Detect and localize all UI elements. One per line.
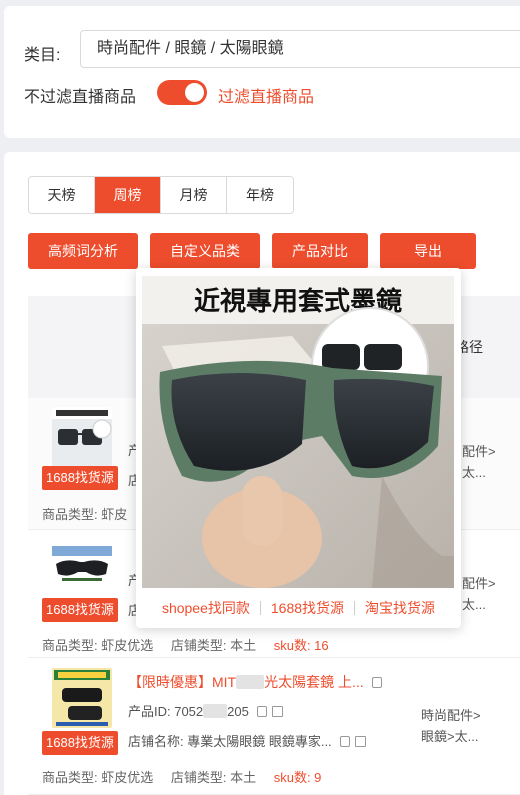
shop-type: 店铺类型: 本土: [170, 770, 257, 785]
copy-icon[interactable]: [339, 736, 350, 747]
product-thumbnail[interactable]: [52, 540, 112, 590]
external-link-icon[interactable]: [271, 706, 283, 717]
tab-monthly[interactable]: 月榜: [161, 177, 227, 213]
divider: [354, 601, 356, 615]
path-line-1: 配件>: [462, 576, 496, 591]
product-preview-popup: 近視專用套式墨鏡 shopee找同款 1688找货源 淘宝找货源: [136, 268, 461, 628]
shop-name: 店铺名称: 專業太陽眼鏡 眼鏡專家...: [128, 734, 332, 749]
live-filter-toggle-text: 过滤直播商品: [218, 89, 315, 106]
external-link-icon[interactable]: [354, 736, 366, 747]
path-line-2: 太...: [462, 597, 486, 612]
product-thumbnail[interactable]: [52, 668, 112, 728]
blurred-text: [203, 704, 228, 718]
category-path: 配件> 太...: [462, 441, 496, 483]
export-button[interactable]: 导出: [380, 233, 476, 269]
tab-yearly[interactable]: 年榜: [227, 177, 293, 213]
popup-links: shopee找同款 1688找货源 淘宝找货源: [136, 598, 461, 618]
tab-daily[interactable]: 天榜: [29, 177, 95, 213]
find-source-1688-link[interactable]: 1688找货源: [271, 600, 344, 616]
keyword-analysis-button[interactable]: 高频词分析: [28, 233, 138, 269]
category-path: 時尚配件> 眼鏡>太...: [421, 705, 481, 747]
copy-icon[interactable]: [371, 677, 382, 688]
path-line-2: 太...: [462, 465, 486, 480]
row-meta: 商品类型: 虾皮优选 店铺类型: 本土 sku数: 9: [42, 767, 321, 786]
product-type: 商品类型: 虾皮优选: [42, 638, 154, 653]
path-line-1: 時尚配件>: [421, 708, 481, 723]
find-source-1688-badge[interactable]: 1688找货源: [42, 598, 118, 622]
sku-count: sku数: 16: [273, 638, 329, 653]
filter-card: [4, 6, 520, 138]
sunglasses-thumb-image: [52, 668, 112, 728]
row-meta: 商品类型: 虾皮优选 店铺类型: 本土 sku数: 16: [42, 635, 329, 654]
shop-name-line: 店铺名称: 專業太陽眼鏡 眼鏡專家...: [128, 731, 366, 750]
live-filter-label: 不过滤直播商品: [24, 89, 137, 106]
product-id-line: 产品ID: 7052 205: [128, 701, 283, 720]
product-title: 【限時優惠】MIT: [128, 674, 237, 690]
sunglasses-photo: 近視專用套式墨鏡: [142, 276, 454, 588]
shop-type: 店铺类型: 本土: [170, 638, 257, 653]
sunglasses-thumb-image: [52, 407, 112, 467]
category-label: 类目:: [24, 47, 61, 64]
sunglasses-thumb-image: [52, 540, 112, 590]
product-title-tail: 光太陽套鏡 上...: [264, 674, 364, 690]
compare-button[interactable]: 产品对比: [272, 233, 368, 269]
ranking-tabs: 天榜 周榜 月榜 年榜: [28, 176, 294, 214]
live-filter-toggle[interactable]: [157, 80, 207, 105]
toggle-knob: [185, 83, 204, 102]
path-line-1: 配件>: [462, 444, 496, 459]
copy-icon[interactable]: [256, 706, 267, 717]
shopee-find-same-link[interactable]: shopee找同款: [162, 600, 250, 616]
taobao-find-source-link[interactable]: 淘宝找货源: [365, 600, 435, 616]
divider: [259, 601, 261, 615]
product-title-link[interactable]: 【限時優惠】MIT 光太陽套鏡 上...: [128, 672, 382, 692]
product-type: 商品类型: 虾皮优选: [42, 770, 154, 785]
product-preview-image: 近視專用套式墨鏡: [142, 276, 454, 588]
path-line-2: 眼鏡>太...: [421, 729, 479, 744]
custom-category-button[interactable]: 自定义品类: [150, 233, 260, 269]
find-source-1688-badge[interactable]: 1688找货源: [42, 731, 118, 755]
tab-weekly[interactable]: 周榜: [95, 177, 161, 213]
product-thumbnail[interactable]: [52, 407, 112, 467]
sku-count: sku数: 9: [273, 770, 322, 785]
find-source-1688-badge[interactable]: 1688找货源: [42, 466, 118, 490]
product-id-tail: 205: [227, 704, 249, 719]
category-path: 配件> 太...: [462, 573, 496, 615]
category-select[interactable]: 時尚配件 / 眼鏡 / 太陽眼鏡: [80, 30, 520, 68]
product-id: 产品ID: 7052: [128, 704, 204, 719]
product-type: 商品类型: 虾皮: [42, 507, 128, 522]
blurred-text: [236, 675, 265, 689]
